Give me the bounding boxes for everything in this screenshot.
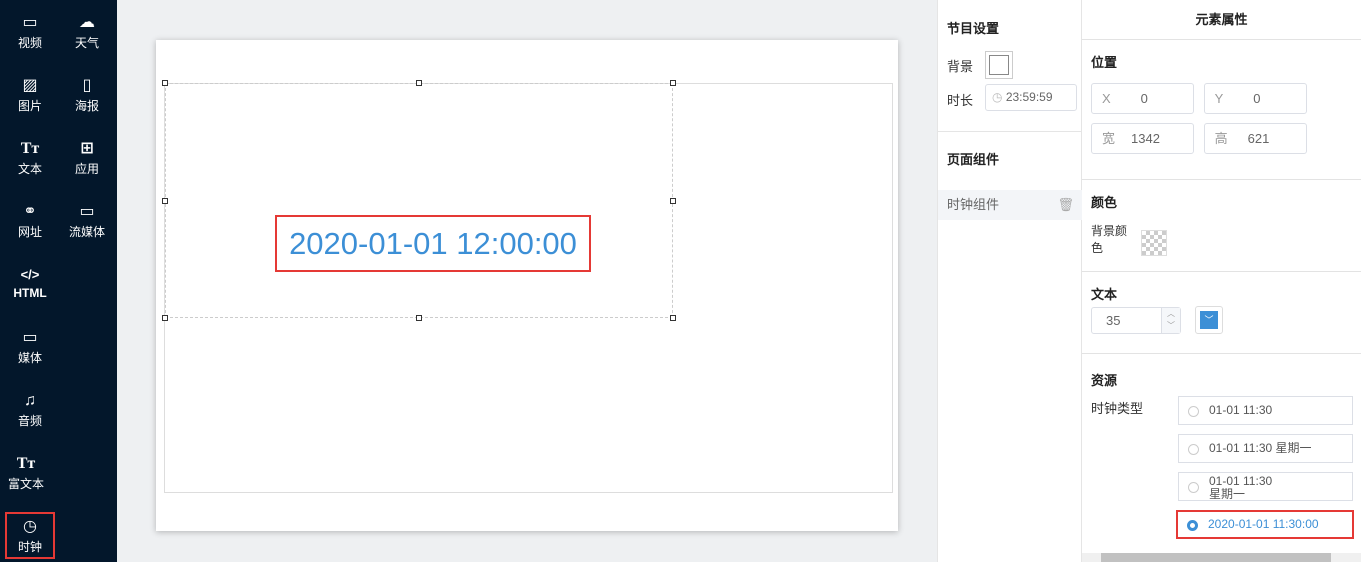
resize-handle[interactable] — [670, 315, 676, 321]
clock-icon: ◷ — [23, 518, 37, 535]
resize-handle[interactable] — [416, 315, 422, 321]
x-label: X — [1102, 91, 1111, 106]
tool-link[interactable]: ⚭ 网址 — [0, 201, 60, 240]
resize-handle[interactable] — [416, 80, 422, 86]
tool-html[interactable]: </> HTML — [0, 264, 60, 300]
option-label: 2020-01-01 11:30:00 — [1208, 517, 1319, 531]
code-icon: </> — [20, 267, 40, 282]
tool-apps[interactable]: ⊞ 应用 — [57, 138, 117, 177]
tool-clock[interactable]: ◷ 时钟 — [5, 512, 55, 559]
resource-title: 资源 — [1091, 373, 1118, 388]
tool-stream[interactable]: ▭ 流媒体 — [57, 201, 117, 240]
bg-label: 背景 — [947, 59, 974, 74]
tool-media[interactable]: ▭ 媒体 — [0, 327, 60, 366]
clock-icon: ◷ — [992, 90, 1006, 104]
image-icon: ▨ — [22, 77, 38, 94]
bg-color-picker[interactable] — [1141, 230, 1167, 256]
font-size-value: 35 — [1106, 313, 1121, 328]
resize-handle[interactable] — [162, 198, 168, 204]
bg-color-label: 背景颜色 — [1091, 224, 1128, 255]
width-input[interactable]: 宽 1342 — [1091, 123, 1194, 154]
option-label: 01-01 11:30 星期一 — [1209, 441, 1312, 455]
tool-label: 图片 — [17, 99, 42, 113]
tool-label: 富文本 — [7, 477, 44, 491]
canvas-area: 2020-01-01 12:00:00 — [117, 0, 937, 562]
option-label: 01-01 11:30 星期一 — [1209, 474, 1273, 501]
program-settings-title: 节目设置 — [947, 21, 1000, 36]
y-value: 0 — [1253, 91, 1261, 106]
poster-icon: ▯ — [82, 77, 92, 94]
position-title: 位置 — [1091, 55, 1118, 70]
tool-label: 时钟 — [17, 540, 42, 554]
cloud-icon: ☁ — [79, 14, 95, 31]
tool-label: 视频 — [17, 36, 42, 50]
tool-label: 文本 — [17, 162, 42, 176]
link-icon: ⚭ — [23, 203, 37, 220]
y-label: Y — [1214, 91, 1224, 106]
tool-label: 媒体 — [17, 351, 42, 365]
duration-input[interactable]: ◷ 23:59:59 — [985, 84, 1077, 111]
resize-handle[interactable] — [162, 80, 168, 86]
component-sidebar: ▭ 视频 ☁ 天气 ▨ 图片 ▯ 海报 Tт 文本 ⊞ 应用 ⚭ 网址 ▭ 流媒体 </> HTM… — [0, 0, 117, 562]
properties-panel: 元素属性 位置 X0 Y0 宽 1342 高 621 颜色 背景颜色 文本 35 ︿ ﹀… — [1082, 0, 1361, 562]
tool-label: 海报 — [74, 99, 99, 113]
component-name: 时钟组件 — [947, 197, 1000, 212]
tool-text[interactable]: Tт 文本 — [0, 138, 60, 177]
clock-type-option[interactable]: 01-01 11:30 星期一 — [1178, 434, 1353, 463]
music-icon: ♫ — [24, 392, 36, 409]
tool-image[interactable]: ▨ 图片 — [0, 75, 60, 114]
option-label: 01-01 11:30 — [1209, 403, 1273, 417]
font-size-stepper[interactable]: 35 ︿ ﹀ — [1091, 307, 1181, 334]
text-title: 文本 — [1091, 287, 1118, 302]
resize-handle[interactable] — [670, 80, 676, 86]
tool-video[interactable]: ▭ 视频 — [0, 12, 60, 51]
stepper-arrows[interactable]: ︿ ﹀ — [1161, 308, 1180, 333]
tool-weather[interactable]: ☁ 天气 — [57, 12, 117, 51]
tool-label: 天气 — [74, 36, 99, 50]
clock-type-label: 时钟类型 — [1091, 401, 1144, 416]
scrollbar-thumb[interactable] — [1101, 553, 1331, 562]
page-components-title: 页面组件 — [947, 152, 1000, 167]
height-label: 高 — [1214, 131, 1228, 146]
program-panel: 节目设置 背景 时长 ◷ 23:59:59 页面组件 时钟组件 🗑 — [937, 0, 1082, 562]
text-icon: Tт — [20, 140, 40, 157]
x-value: 0 — [1140, 91, 1148, 106]
clock-text: 2020-01-01 12:00:00 — [275, 215, 591, 272]
text-color-picker[interactable]: ﹀ — [1195, 306, 1223, 334]
width-label: 宽 — [1102, 131, 1116, 146]
duration-value: 23:59:59 — [1005, 90, 1053, 104]
clock-type-option[interactable]: 01-01 11:30 — [1178, 396, 1353, 425]
apps-icon: ⊞ — [80, 140, 94, 157]
clock-type-option-selected[interactable]: 2020-01-01 11:30:00 — [1176, 510, 1354, 539]
y-input[interactable]: Y0 — [1203, 83, 1307, 114]
height-value: 621 — [1247, 131, 1270, 146]
tool-poster[interactable]: ▯ 海报 — [57, 75, 117, 114]
video-icon: ▭ — [22, 14, 38, 31]
tool-label: 网址 — [17, 225, 42, 239]
duration-label: 时长 — [947, 93, 974, 108]
media-icon: ▭ — [22, 329, 38, 346]
resize-handle[interactable] — [670, 198, 676, 204]
tool-label: 流媒体 — [68, 225, 105, 239]
trash-icon[interactable]: 🗑 — [1057, 190, 1074, 220]
bg-color-picker[interactable] — [985, 51, 1013, 79]
component-list-item[interactable]: 时钟组件 🗑 — [938, 190, 1082, 220]
tool-label: 音频 — [17, 414, 42, 428]
clock-type-option[interactable]: 01-01 11:30 星期一 — [1178, 472, 1353, 501]
tool-richtext[interactable]: Tт 富文本 — [0, 453, 56, 492]
clock-element[interactable]: 2020-01-01 12:00:00 — [162, 80, 676, 321]
stream-icon: ▭ — [79, 203, 95, 220]
color-title: 颜色 — [1091, 195, 1118, 210]
x-input[interactable]: X0 — [1091, 83, 1194, 114]
height-input[interactable]: 高 621 — [1203, 123, 1307, 154]
resize-handle[interactable] — [162, 315, 168, 321]
horizontal-scrollbar[interactable] — [1082, 553, 1361, 562]
tool-label: HTML — [13, 286, 47, 300]
width-value: 1342 — [1131, 131, 1160, 146]
properties-title: 元素属性 — [1082, 0, 1361, 40]
richtext-icon: Tт — [16, 455, 36, 472]
tool-label: 应用 — [74, 162, 99, 176]
stage: 2020-01-01 12:00:00 — [156, 40, 898, 531]
tool-audio[interactable]: ♫ 音频 — [0, 390, 60, 429]
